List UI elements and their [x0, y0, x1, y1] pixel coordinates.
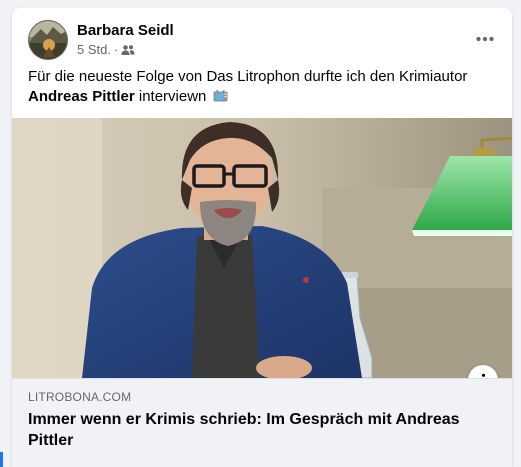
link-preview-caption[interactable]: LITROBONA.COM Immer wenn er Krimis schri…	[12, 378, 512, 467]
interview-photo	[12, 118, 512, 378]
link-preview-image[interactable]	[12, 118, 512, 378]
author-avatar[interactable]	[28, 20, 68, 60]
more-icon	[476, 36, 494, 42]
post-meta: 5 Std. ·	[77, 42, 135, 58]
meta-separator: ·	[113, 42, 119, 57]
avatar-image	[29, 21, 67, 59]
post-timestamp[interactable]: 5 Std.	[77, 42, 111, 58]
feed-post-card: Barbara Seidl 5 Std. · Für die neueste F	[12, 8, 512, 467]
link-title[interactable]: Immer wenn er Krimis schrieb: Im Gespräc…	[28, 409, 488, 451]
post-message: Für die neueste Folge von Das Litrophon …	[28, 67, 498, 107]
friends-icon[interactable]	[121, 44, 135, 56]
focus-indicator	[0, 452, 3, 467]
television-emoji	[213, 88, 228, 102]
more-options-button[interactable]	[472, 26, 498, 52]
post-text-start: Für die neueste Folge von Das Litrophon …	[28, 68, 468, 85]
post-header: Barbara Seidl 5 Std. ·	[12, 8, 512, 66]
tagged-person-link[interactable]: Andreas Pittler	[28, 88, 135, 105]
link-domain: LITROBONA.COM	[28, 390, 132, 404]
author-name[interactable]: Barbara Seidl	[77, 22, 174, 40]
post-text-end: interviewn	[138, 88, 207, 105]
